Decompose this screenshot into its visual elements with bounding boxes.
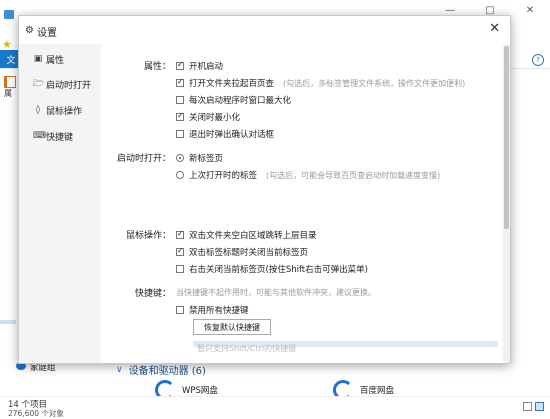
checkbox[interactable] xyxy=(176,306,184,314)
dialog-title: 设置 xyxy=(37,28,57,39)
section-title: 设备和驱动器 (6) xyxy=(128,366,206,377)
status-bar: 14 个项目 276,600 个对象 xyxy=(0,396,550,419)
option-label: 双击文件夹空白区域跳转上层目录 xyxy=(189,231,317,241)
shortcut-hint: 当快捷键不起作用时，可能与其他软件冲突，建议更换。 xyxy=(176,288,376,297)
section-label-shortcuts: 快捷键： xyxy=(134,289,171,299)
drive-item-baidu[interactable]: 百度网盘 xyxy=(360,384,394,396)
option-label: 每次启动程序时窗口最大化 xyxy=(189,96,292,106)
sidebar-item-properties[interactable]: ▣ 属性 xyxy=(19,49,101,69)
chevron-down-icon: ∨ xyxy=(116,364,123,375)
settings-content: 属性： 开机启动 打开文件夹拉起百页查 (勾选后，多标签管理文件系统，操作文件更… xyxy=(101,44,501,363)
folder-open-icon: 🗁 xyxy=(33,79,45,89)
option-label: 新标签页 xyxy=(189,154,224,164)
option-maximize-on-start[interactable]: 每次启动程序时窗口最大化 xyxy=(176,94,291,106)
option-label: 右击关闭当前标签页(按住Shift右击可弹出菜单) xyxy=(189,265,368,275)
option-label: 关闭时最小化 xyxy=(189,113,241,123)
explorer-edge-label: 属 xyxy=(4,89,12,98)
drive-item-wps[interactable]: WPS网盘 xyxy=(182,384,218,396)
option-label: 开机启动 xyxy=(189,62,224,72)
view-toggles xyxy=(523,402,544,411)
option-label: 双击标签标题时关闭当前标签页 xyxy=(189,248,309,258)
option-dblclick-up-dir[interactable]: 双击文件夹空白区域跳转上层目录 xyxy=(176,229,317,241)
checkbox[interactable] xyxy=(176,265,184,273)
tiles-view-icon[interactable] xyxy=(535,402,544,411)
selection-info: 276,600 个对象 xyxy=(8,409,64,418)
sidebar-item-shortcuts[interactable]: ⌨ 快捷键 xyxy=(19,126,101,146)
reset-shortcuts-button[interactable]: 恢复默认快捷键 xyxy=(193,319,271,335)
option-new-tab[interactable]: 新标签页 xyxy=(176,152,223,164)
devices-section-header[interactable]: ∨ 设备和驱动器 (6) xyxy=(116,362,206,378)
sidebar-item-label: 属性 xyxy=(46,55,65,66)
keyboard-icon: ⌨ xyxy=(33,131,46,141)
checkbox[interactable] xyxy=(176,111,184,121)
shortcut-note: 暂只支持Shift/Ctrl的快捷键 xyxy=(197,344,297,353)
gear-icon: ⚙ xyxy=(25,25,34,36)
settings-dialog: ⚙ 设置 ✕ ▣ 属性 🗁 启动时打开 ◊ 鼠标操作 ⌨ 快捷键 属性： 开机启… xyxy=(18,15,511,364)
radio-button[interactable] xyxy=(176,171,184,179)
option-open-folder-in-app[interactable]: 打开文件夹拉起百页查 (勾选后，多标签管理文件系统，操作文件更加便利) xyxy=(176,77,465,89)
option-label: 上次打开时的标签 xyxy=(189,171,258,181)
mouse-icon: ◊ xyxy=(35,105,41,115)
checkbox[interactable] xyxy=(176,96,184,104)
option-hint: (勾选后，可能会导致百页查启动时加载速度变慢) xyxy=(266,170,441,180)
option-dblclick-close-tab[interactable]: 双击标签标题时关闭当前标签页 xyxy=(176,246,308,258)
checkbox[interactable] xyxy=(176,229,184,239)
checkbox[interactable] xyxy=(176,130,184,138)
section-label-properties: 属性： xyxy=(143,62,171,72)
details-view-icon[interactable] xyxy=(523,402,532,411)
radio-button[interactable] xyxy=(176,154,184,162)
close-icon[interactable]: ✕ xyxy=(489,21,500,36)
sidebar-item-mouse[interactable]: ◊ 鼠标操作 xyxy=(19,100,101,120)
option-minimize-on-close[interactable]: 关闭时最小化 xyxy=(176,111,240,123)
option-start-on-boot[interactable]: 开机启动 xyxy=(176,60,223,72)
option-disable-all-shortcuts[interactable]: 禁用所有快捷键 xyxy=(176,304,249,316)
tree-selection-bar xyxy=(0,320,16,324)
window-icon: ▣ xyxy=(33,54,43,64)
content-scrollbar[interactable] xyxy=(503,44,510,363)
sidebar-item-label: 启动时打开 xyxy=(46,80,92,91)
checkbox[interactable] xyxy=(176,246,184,256)
section-label-mouse: 鼠标操作： xyxy=(125,231,171,241)
folder-icon xyxy=(4,10,14,19)
sidebar-item-startup[interactable]: 🗁 启动时打开 xyxy=(19,74,101,94)
scrollbar-thumb[interactable] xyxy=(504,46,509,229)
help-icon[interactable]: ? xyxy=(532,54,544,66)
option-label: 退出时弹出确认对话框 xyxy=(189,130,275,140)
option-label: 打开文件夹拉起百页查 xyxy=(189,79,275,89)
checkbox[interactable] xyxy=(176,60,184,70)
option-last-tabs[interactable]: 上次打开时的标签 (勾选后，可能会导致百页查启动时加载速度变慢) xyxy=(176,169,440,181)
checkbox[interactable] xyxy=(176,77,184,87)
settings-sidebar: ▣ 属性 🗁 启动时打开 ◊ 鼠标操作 ⌨ 快捷键 xyxy=(19,44,101,363)
sidebar-item-label: 快捷键 xyxy=(46,132,74,143)
section-label-startup: 启动时打开： xyxy=(116,154,171,164)
option-rightclick-close-tab[interactable]: 右击关闭当前标签页(按住Shift右击可弹出菜单) xyxy=(176,263,368,275)
sidebar-item-label: 鼠标操作 xyxy=(46,106,83,117)
dialog-titlebar: ⚙ 设置 ✕ xyxy=(19,16,510,44)
option-label: 禁用所有快捷键 xyxy=(189,306,249,316)
close-window-icon[interactable]: ✕ xyxy=(510,0,550,20)
option-hint: (勾选后，多标签管理文件系统，操作文件更加便利) xyxy=(283,78,466,88)
option-confirm-on-exit[interactable]: 退出时弹出确认对话框 xyxy=(176,128,274,140)
properties-icon xyxy=(4,76,16,88)
